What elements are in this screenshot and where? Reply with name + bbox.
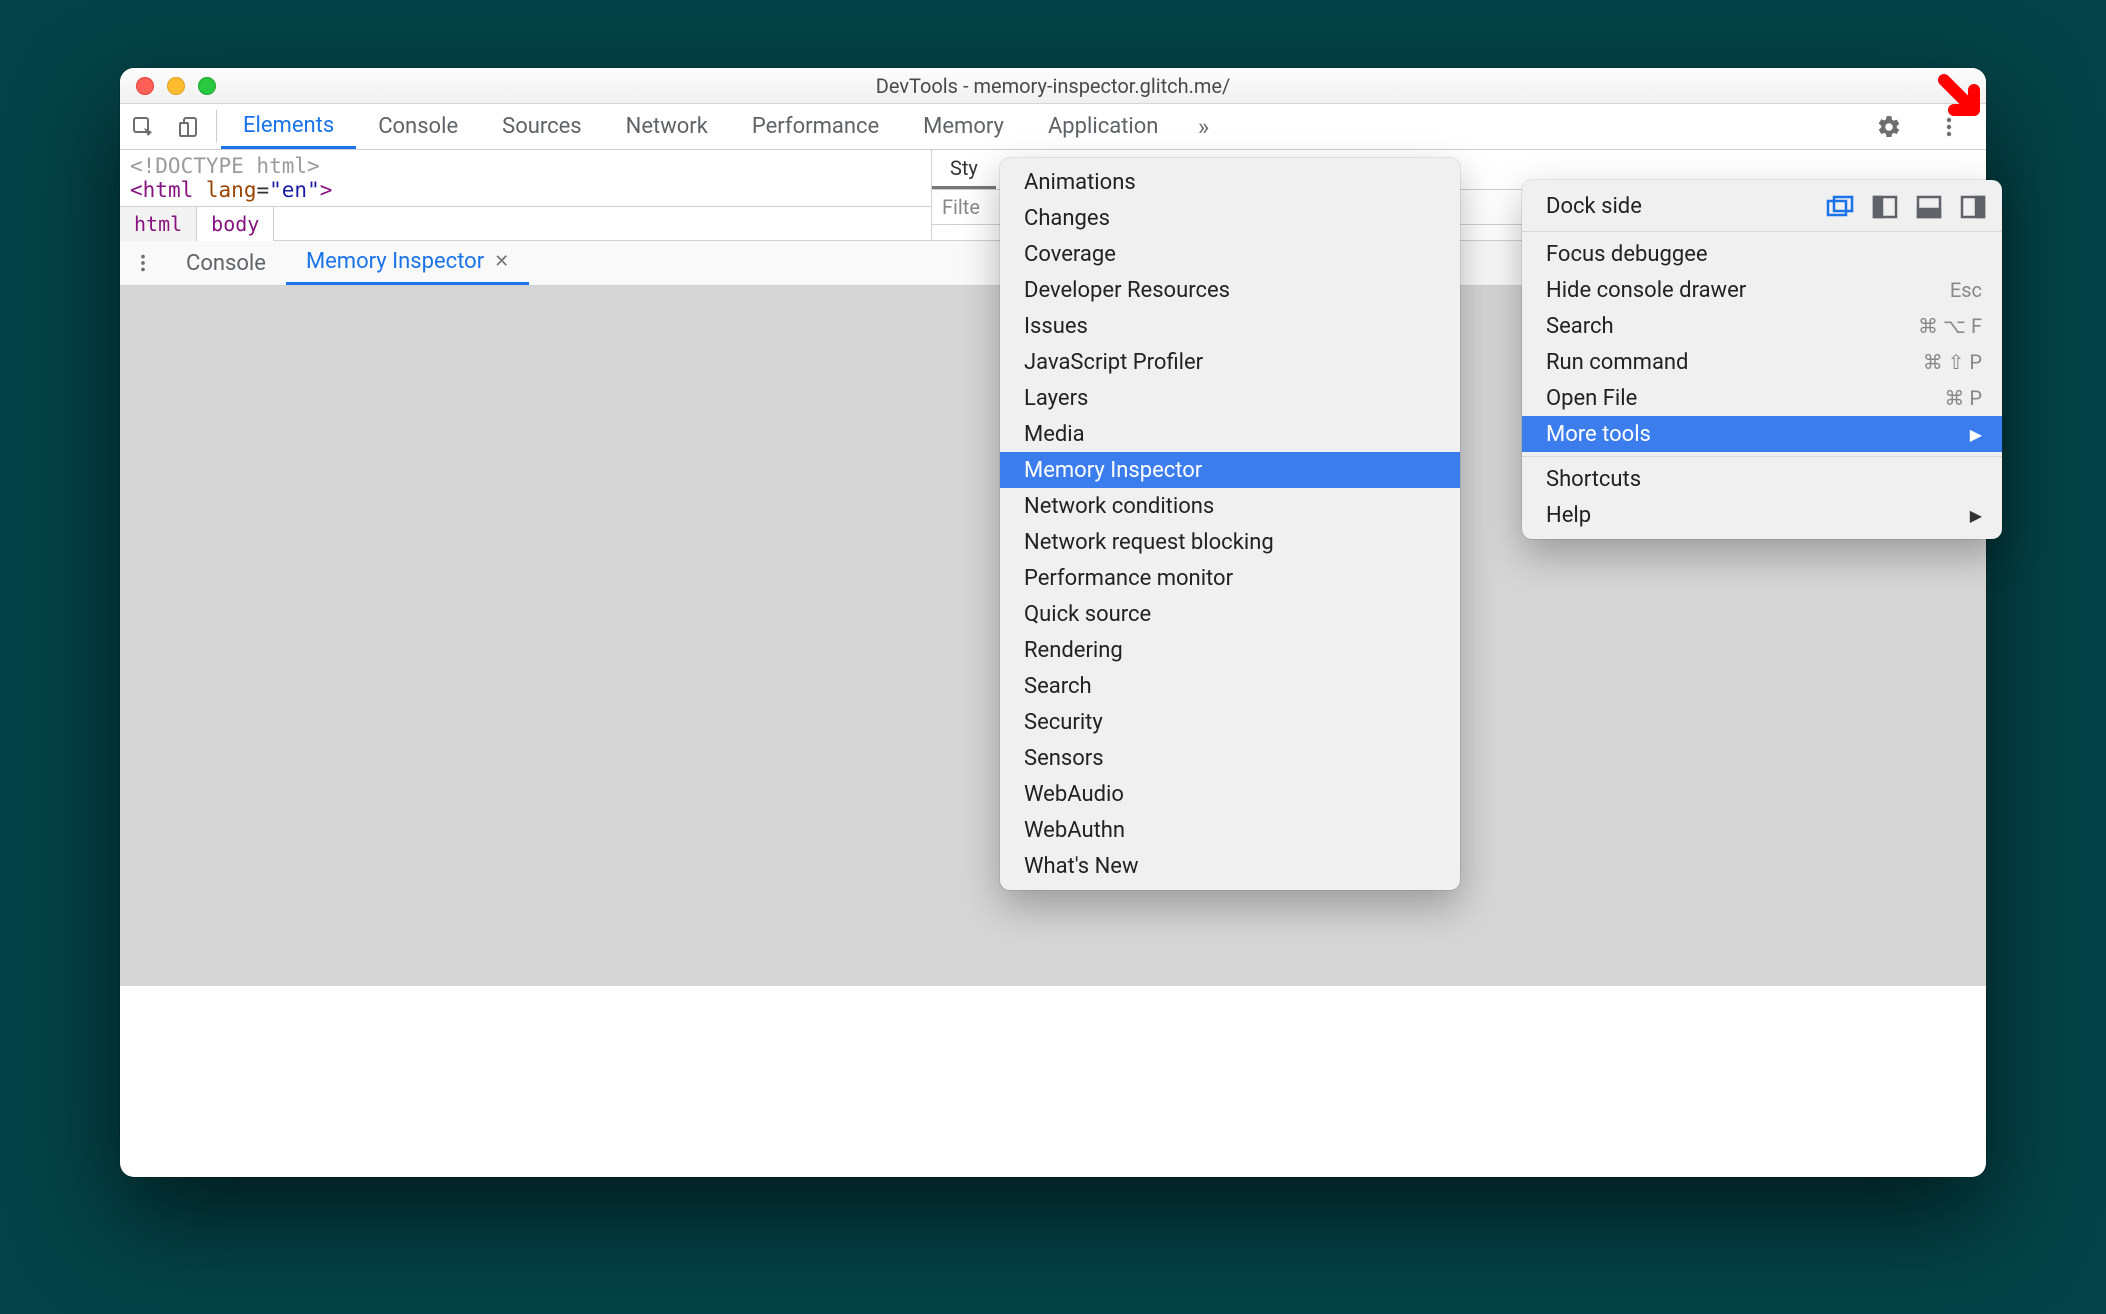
drawer-tab-console[interactable]: Console <box>166 241 286 285</box>
drawer-tab-label: Memory Inspector <box>306 249 484 274</box>
main-menu: Dock side <box>1522 180 2002 539</box>
menu-shortcut: ⌘ P <box>1944 386 1982 410</box>
dock-side-label: Dock side <box>1546 194 1642 219</box>
menu-item-open-file[interactable]: Open File ⌘ P <box>1522 380 2002 416</box>
dock-left-icon[interactable] <box>1872 195 1898 219</box>
traffic-lights <box>120 77 216 95</box>
tools-item-issues[interactable]: Issues <box>1000 308 1460 344</box>
divider <box>216 110 217 143</box>
menu-item-label: Hide console drawer <box>1546 278 1746 303</box>
tools-item-media[interactable]: Media <box>1000 416 1460 452</box>
menu-item-label: Focus debuggee <box>1546 242 1708 267</box>
menu-item-hide-console-drawer[interactable]: Hide console drawer Esc <box>1522 272 2002 308</box>
menu-item-run-command[interactable]: Run command ⌘ ⇧ P <box>1522 344 2002 380</box>
menu-item-more-tools[interactable]: More tools ▶ <box>1522 416 2002 452</box>
inspect-element-icon[interactable] <box>120 104 166 149</box>
tab-memory[interactable]: Memory <box>901 104 1026 149</box>
tools-item-network-request-blocking[interactable]: Network request blocking <box>1000 524 1460 560</box>
tools-item-memory-inspector[interactable]: Memory Inspector <box>1000 452 1460 488</box>
settings-gear-icon[interactable] <box>1866 114 1912 140</box>
tools-item-security[interactable]: Security <box>1000 704 1460 740</box>
menu-item-focus-debuggee[interactable]: Focus debuggee <box>1522 236 2002 272</box>
tools-item-changes[interactable]: Changes <box>1000 200 1460 236</box>
tab-elements[interactable]: Elements <box>221 104 356 149</box>
drawer-tab-close-icon[interactable]: ✕ <box>494 251 509 272</box>
tabs-overflow-button[interactable]: » <box>1180 104 1226 149</box>
chevron-right-icon: ▶ <box>1970 506 1982 525</box>
tools-item-sensors[interactable]: Sensors <box>1000 740 1460 776</box>
html-open-tag-line: <html lang="en"> <box>130 178 332 202</box>
menu-shortcut: Esc <box>1950 278 1982 302</box>
window-maximize-button[interactable] <box>198 77 216 95</box>
menu-item-label: Search <box>1546 314 1614 339</box>
dom-tree[interactable]: <!DOCTYPE html> <html lang="en"> <box>120 150 931 206</box>
tools-item-layers[interactable]: Layers <box>1000 380 1460 416</box>
main-tabstrip: ElementsConsoleSourcesNetworkPerformance… <box>120 104 1986 150</box>
titlebar: DevTools - memory-inspector.glitch.me/ <box>120 68 1986 104</box>
menu-item-label: Run command <box>1546 350 1688 375</box>
menu-item-label: Open File <box>1546 386 1637 411</box>
tab-application[interactable]: Application <box>1026 104 1180 149</box>
elements-pane: <!DOCTYPE html> <html lang="en"> html bo… <box>120 150 932 240</box>
breadcrumb-html[interactable]: html <box>120 207 197 241</box>
chevron-right-icon: ▶ <box>1970 425 1982 444</box>
drawer-tab-memory-inspector[interactable]: Memory Inspector ✕ <box>286 241 529 285</box>
tools-item-developer-resources[interactable]: Developer Resources <box>1000 272 1460 308</box>
menu-item-label: Help <box>1546 503 1591 528</box>
tab-sources[interactable]: Sources <box>480 104 604 149</box>
tools-item-coverage[interactable]: Coverage <box>1000 236 1460 272</box>
stage: DevTools - memory-inspector.glitch.me/ E… <box>0 0 2106 1314</box>
tools-item-webaudio[interactable]: WebAudio <box>1000 776 1460 812</box>
menu-item-help[interactable]: Help ▶ <box>1522 497 2002 533</box>
menu-item-label: More tools <box>1546 422 1651 447</box>
tab-performance[interactable]: Performance <box>730 104 901 149</box>
tools-item-performance-monitor[interactable]: Performance monitor <box>1000 560 1460 596</box>
tools-item-rendering[interactable]: Rendering <box>1000 632 1460 668</box>
dock-bottom-icon[interactable] <box>1916 195 1942 219</box>
tools-item-webauthn[interactable]: WebAuthn <box>1000 812 1460 848</box>
window-title: DevTools - memory-inspector.glitch.me/ <box>120 74 1986 98</box>
menu-item-search[interactable]: Search ⌘ ⌥ F <box>1522 308 2002 344</box>
tools-item-javascript-profiler[interactable]: JavaScript Profiler <box>1000 344 1460 380</box>
dock-undock-icon[interactable] <box>1826 195 1854 219</box>
window-close-button[interactable] <box>136 77 154 95</box>
menu-shortcut: ⌘ ⌥ F <box>1918 314 1982 338</box>
tab-console[interactable]: Console <box>356 104 480 149</box>
menu-shortcut: ⌘ ⇧ P <box>1923 350 1982 374</box>
device-toolbar-icon[interactable] <box>166 104 212 149</box>
styles-filter-label[interactable]: Filte <box>942 195 980 219</box>
styles-tab[interactable]: Sty <box>932 150 996 189</box>
breadcrumb: html body <box>120 206 931 241</box>
tools-item-whats-new[interactable]: What's New <box>1000 848 1460 884</box>
menu-separator <box>1522 231 2002 232</box>
tools-item-search[interactable]: Search <box>1000 668 1460 704</box>
more-tools-menu: AnimationsChangesCoverageDeveloper Resou… <box>1000 158 1460 890</box>
doctype-line: <!DOCTYPE html> <box>130 154 320 178</box>
menu-item-label: Shortcuts <box>1546 467 1641 492</box>
drawer-kebab-icon[interactable] <box>120 241 166 285</box>
menu-separator <box>1522 456 2002 457</box>
window-minimize-button[interactable] <box>167 77 185 95</box>
tools-item-network-conditions[interactable]: Network conditions <box>1000 488 1460 524</box>
dock-right-icon[interactable] <box>1960 195 1986 219</box>
menu-item-shortcuts[interactable]: Shortcuts <box>1522 461 2002 497</box>
tools-item-animations[interactable]: Animations <box>1000 164 1460 200</box>
dock-side-row: Dock side <box>1522 186 2002 227</box>
breadcrumb-body[interactable]: body <box>197 207 274 241</box>
tools-item-quick-source[interactable]: Quick source <box>1000 596 1460 632</box>
kebab-menu-icon[interactable] <box>1926 115 1972 139</box>
tab-network[interactable]: Network <box>604 104 730 149</box>
